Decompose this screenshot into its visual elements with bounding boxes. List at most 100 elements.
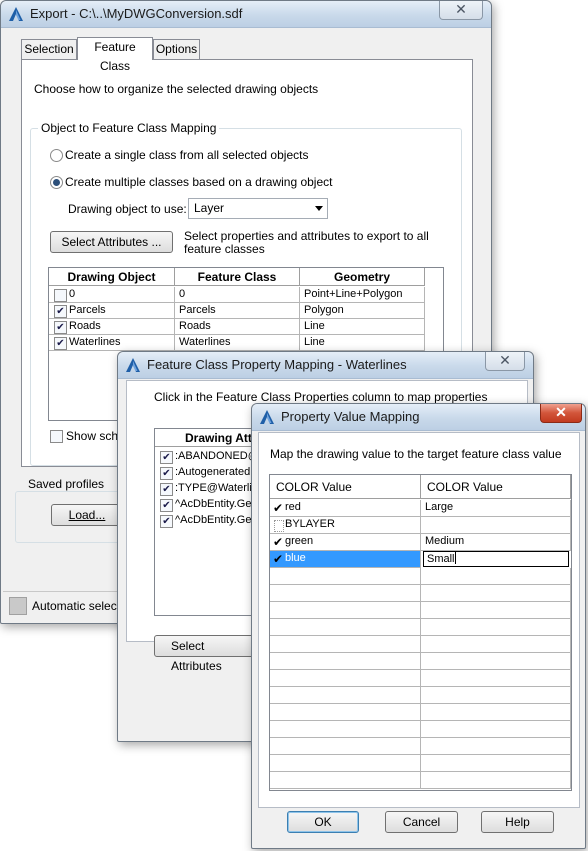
tab-options[interactable]: Options	[153, 39, 200, 59]
tab-selection[interactable]: Selection	[21, 39, 77, 59]
row-checkbox[interactable]	[54, 289, 67, 302]
drawing-value-label: blue	[285, 552, 306, 564]
help-button[interactable]: Help	[481, 811, 554, 833]
attribute-label: :Autogenerated	[175, 466, 251, 478]
cell-drawing-value: green	[270, 534, 421, 551]
show-schema-checkbox[interactable]	[50, 430, 63, 443]
radio-single-class-label[interactable]: Create a single class from all selected …	[65, 148, 308, 162]
row-checkbox[interactable]: ✔	[160, 483, 173, 496]
empty-cell	[270, 602, 421, 619]
cell-object: Roads	[49, 319, 175, 335]
drawing-value-label: red	[285, 501, 301, 513]
row-checkbox[interactable]: ✔	[160, 467, 173, 480]
pv-title: Property Value Mapping	[281, 409, 420, 424]
pv-titlebar[interactable]: Property Value Mapping ✕	[252, 404, 585, 431]
check-icon[interactable]: ✔	[273, 551, 283, 568]
pv-table: COLOR Value COLOR Value red Large ✔ BYLA…	[269, 474, 572, 791]
col-target-value[interactable]: COLOR Value	[421, 475, 571, 499]
load-button[interactable]: Load...	[51, 504, 123, 526]
empty-cell	[270, 653, 421, 670]
cancel-button[interactable]: Cancel	[385, 811, 458, 833]
saved-profiles-label: Saved profiles	[25, 477, 108, 491]
cell-feature-class[interactable]: 0	[175, 287, 300, 303]
drawing-object-label: Drawing object to use:	[68, 202, 187, 216]
fc-property-instruction: Click in the Feature Class Properties co…	[154, 390, 488, 404]
cell-geometry: Point+Line+Polygon	[300, 287, 425, 303]
empty-cell	[270, 568, 421, 585]
check-icon[interactable]: ✔	[273, 534, 283, 551]
empty-cell	[270, 636, 421, 653]
col-drawing-attribute[interactable]: Drawing Attri	[155, 429, 255, 447]
col-drawing-value-label: COLOR Value	[276, 480, 352, 494]
cell-feature-class[interactable]: Parcels	[175, 303, 300, 319]
col-geometry[interactable]: Geometry	[300, 268, 425, 286]
check-icon[interactable]: ✔	[273, 500, 283, 517]
pv-window: Property Value Mapping ✕ Map the drawing…	[251, 403, 586, 849]
app-icon	[260, 410, 274, 424]
radio-multiple-classes[interactable]	[50, 176, 63, 189]
close-icon: ✕	[555, 404, 567, 420]
row-checkbox[interactable]: ✔	[160, 451, 173, 464]
empty-cell	[421, 687, 571, 704]
feature-class-instruction: Choose how to organize the selected draw…	[34, 82, 319, 96]
empty-cell	[270, 721, 421, 738]
cell-target-value[interactable]: Medium	[421, 534, 571, 551]
cell-drawing-value: BYLAYER	[270, 517, 421, 534]
cell-object: 0	[49, 287, 175, 303]
drawing-object-dropdown[interactable]: Layer	[188, 198, 328, 219]
col-drawing-object-label: Drawing Object	[67, 270, 156, 284]
cell-object: Waterlines	[49, 335, 175, 351]
empty-cell	[421, 704, 571, 721]
row-checkbox[interactable]: ✔	[54, 337, 67, 350]
ok-button[interactable]: OK	[287, 811, 359, 833]
tab-feature-class[interactable]: Feature Class	[77, 37, 153, 73]
row-geometry-label: Point+Line+Polygon	[304, 288, 403, 300]
fc-property-close-button[interactable]: ✕	[485, 352, 525, 371]
pv-close-button[interactable]: ✕	[540, 404, 582, 423]
cell-geometry: Polygon	[300, 303, 425, 319]
cell-target-value[interactable]	[421, 517, 571, 534]
row-object-label: Parcels	[69, 304, 106, 316]
row-checkbox[interactable]: ✔	[54, 321, 67, 334]
fc-select-attributes-button[interactable]: Select Attributes	[154, 635, 254, 673]
empty-cell	[421, 670, 571, 687]
row-object-label: 0	[69, 288, 76, 300]
empty-cell	[270, 755, 421, 772]
col-geometry-label: Geometry	[333, 270, 391, 284]
col-feature-class[interactable]: Feature Class	[175, 268, 300, 286]
cell-feature-class[interactable]: Waterlines	[175, 335, 300, 351]
target-value-editor[interactable]: Small	[423, 551, 569, 567]
cell-feature-class[interactable]: Roads	[175, 319, 300, 335]
export-close-button[interactable]: ✕	[439, 1, 483, 20]
app-icon	[9, 7, 23, 21]
help-button-label: Help	[505, 815, 530, 829]
select-attributes-button[interactable]: Select Attributes ...	[50, 231, 173, 253]
fc-property-title: Feature Class Property Mapping - Waterli…	[147, 357, 407, 372]
empty-cell	[421, 602, 571, 619]
show-schema-label[interactable]: Show sche	[66, 429, 125, 443]
cancel-button-label: Cancel	[402, 815, 441, 829]
row-geometry-label: Polygon	[304, 304, 344, 316]
attribute-label: ^AcDbEntity.Ge	[175, 498, 252, 510]
empty-cell	[421, 721, 571, 738]
col-drawing-value[interactable]: COLOR Value	[270, 475, 421, 499]
tab-selection-label: Selection	[24, 42, 74, 56]
row-checkbox[interactable]	[274, 520, 284, 532]
target-value-label: Large	[425, 501, 454, 513]
radio-single-class[interactable]	[50, 149, 63, 162]
app-icon	[126, 358, 140, 372]
empty-cell	[421, 653, 571, 670]
export-titlebar[interactable]: Export - C:\..\MyDWGConversion.sdf ✕	[1, 1, 491, 28]
ok-button-label: OK	[314, 815, 332, 829]
row-geometry-label: Line	[304, 320, 325, 332]
col-drawing-object[interactable]: Drawing Object	[49, 268, 175, 286]
cell-target-value[interactable]: Large	[421, 500, 571, 517]
fc-property-titlebar[interactable]: Feature Class Property Mapping - Waterli…	[118, 352, 533, 379]
row-checkbox[interactable]: ✔	[160, 515, 173, 528]
row-feature-class-label: 0	[179, 288, 186, 300]
row-checkbox[interactable]: ✔	[160, 499, 173, 512]
fc-select-attributes-label: Select Attributes	[171, 639, 222, 673]
row-geometry-label: Line	[304, 336, 325, 348]
radio-multiple-classes-label[interactable]: Create multiple classes based on a drawi…	[65, 175, 332, 189]
row-checkbox[interactable]: ✔	[54, 305, 67, 318]
